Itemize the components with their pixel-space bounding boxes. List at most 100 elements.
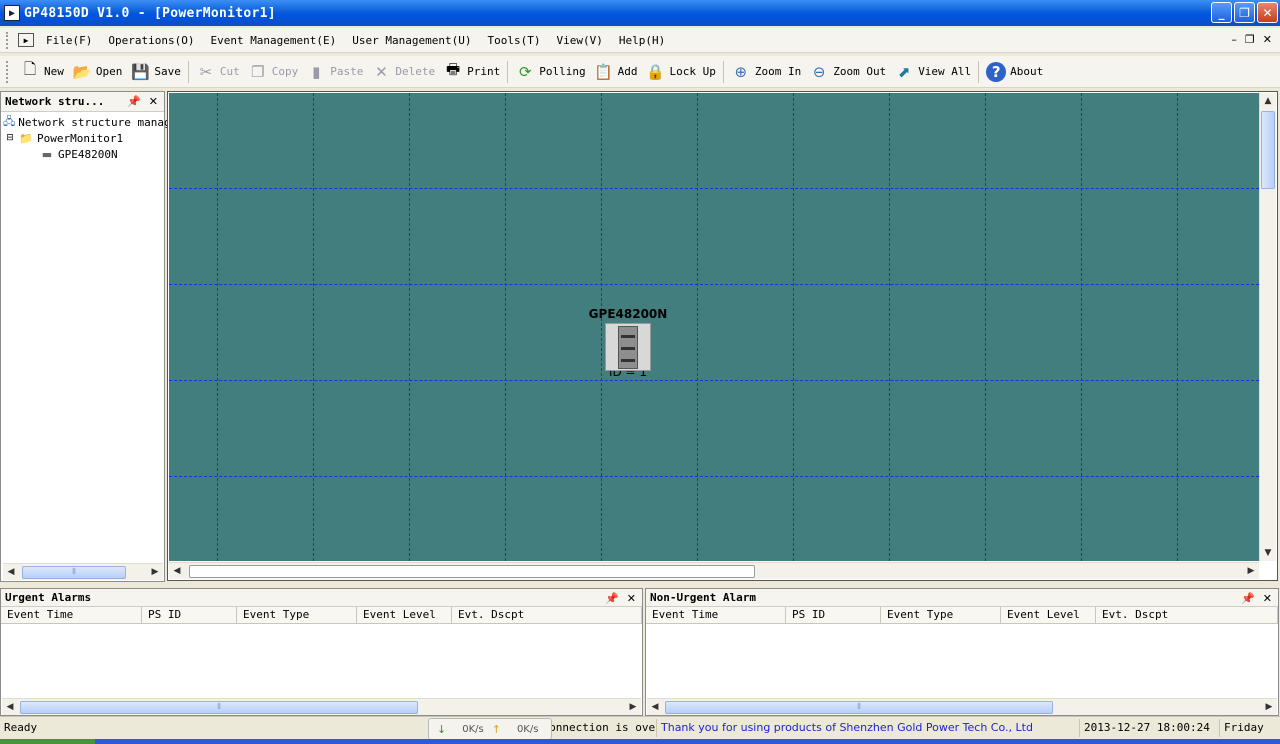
column-header[interactable]: Evt. Dscpt [452,607,642,623]
grid-line [169,284,1259,285]
folder-icon: 📁 [19,131,33,145]
grid-line [313,93,314,561]
view-all-button[interactable]: ⬈ View All [890,58,975,86]
canvas-vscrollbar[interactable]: ▲ ▼ [1259,93,1276,561]
urgent-alarms-hscrollbar[interactable]: ◀ ⦀ ▶ [2,698,641,715]
status-weekday: Friday [1224,721,1264,734]
hscroll-thumb[interactable] [189,564,755,578]
pin-icon[interactable]: 📌 [605,592,619,605]
paste-button[interactable]: ▮ Paste [302,58,367,86]
zoom-out-button[interactable]: ⊖ Zoom Out [805,58,890,86]
print-label: Print [467,65,501,78]
tree-root[interactable]: 🖧 Network structure manag [1,114,171,130]
scroll-right-icon[interactable]: ▶ [1243,563,1259,579]
cut-button[interactable]: ✂ Cut [192,58,244,86]
minimize-button[interactable]: _ [1211,2,1232,23]
scroll-left-icon[interactable]: ◀ [169,563,185,579]
status-datetime: 2013-12-27 18:00:24 [1080,718,1220,737]
device-icon: ▬ [41,147,53,161]
column-header[interactable]: Event Type [881,607,1001,623]
clipboard-add-icon: 📋 [594,62,613,81]
mdi-minimize-button[interactable]: – [1231,33,1237,46]
pin-icon[interactable]: 📌 [1241,592,1255,605]
zoom-in-icon: ⊕ [734,62,748,81]
scroll-left-icon[interactable]: ◀ [3,564,19,580]
save-button[interactable]: 💾 Save [126,58,185,86]
column-header[interactable]: PS ID [142,607,237,623]
scroll-right-icon[interactable]: ▶ [625,699,641,715]
add-button[interactable]: 📋 Add [590,58,642,86]
hscroll-thumb[interactable]: ⦀ [665,700,1053,714]
column-header[interactable]: PS ID [786,607,881,623]
power-cabinet-icon[interactable] [605,323,651,371]
title-bar[interactable]: ▶ GP48150D V1.0 - [PowerMonitor1] _ ❐ ✕ [0,0,1280,26]
document-icon[interactable]: ▶ [18,33,34,47]
vscroll-thumb[interactable] [1261,111,1275,189]
menu-event-management[interactable]: Event Management(E) [210,34,336,47]
tree-group[interactable]: ⊟ 📁 PowerMonitor1 [1,130,164,146]
tree-device[interactable]: ▬ GPE48200N [1,146,164,162]
close-button[interactable]: ✕ [1257,2,1278,23]
maximize-button[interactable]: ❐ [1234,2,1255,23]
menu-user-management[interactable]: User Management(U) [352,34,471,47]
tree-hscrollbar[interactable]: ◀ ⦀ ▶ [3,563,163,580]
download-speed: 0K/s [462,723,484,735]
upload-arrow-icon: ↑ [491,722,501,736]
scroll-left-icon[interactable]: ◀ [2,699,18,715]
tree-group-label: PowerMonitor1 [37,131,124,145]
panel-close-icon[interactable]: ✕ [1263,592,1272,605]
menu-tools[interactable]: Tools(T) [488,34,541,47]
zoom-out-icon: ⊖ [812,62,826,81]
canvas-hscrollbar[interactable]: ◀ ▶ [169,562,1259,579]
non-urgent-alarms-panel: Non-Urgent Alarm 📌 ✕ Event Time PS ID Ev… [645,588,1279,716]
grid-line [985,93,986,561]
zoom-in-button[interactable]: ⊕ Zoom In [727,58,805,86]
column-header[interactable]: Event Level [1001,607,1096,623]
topology-canvas[interactable]: GPE48200N ID = 1 [169,93,1259,561]
scroll-down-icon[interactable]: ▼ [1260,545,1276,561]
scroll-thumb[interactable]: ⦀ [22,565,126,579]
app-icon[interactable]: ▶ [4,5,20,21]
lock-icon: 🔒 [646,62,665,81]
network-computer-icon: 🖧 [3,114,16,128]
network-panel-header: Network stru... 📌 ✕ [1,92,164,112]
column-header[interactable]: Evt. Dscpt [1096,607,1278,623]
collapse-icon[interactable]: ⊟ [5,131,15,145]
menu-operations[interactable]: Operations(O) [108,34,194,47]
toolbar-grip[interactable] [6,60,10,83]
view-all-icon: ⬈ [897,62,911,81]
open-button[interactable]: 📂 Open [68,58,127,86]
menu-help[interactable]: Help(H) [619,34,665,47]
tree-root-label: Network structure manag [18,115,171,129]
column-header[interactable]: Event Level [357,607,452,623]
print-button[interactable]: 🖶 Print [439,58,504,86]
mdi-close-button[interactable]: ✕ [1263,33,1272,46]
scissors-icon: ✂ [199,62,213,81]
polling-button[interactable]: ⟳ Polling [511,58,589,86]
hscroll-thumb[interactable]: ⦀ [20,700,418,714]
menu-view[interactable]: View(V) [557,34,603,47]
net-speed-widget[interactable]: ↓ 0K/s ↑ 0K/s [428,718,552,740]
column-header[interactable]: Event Time [646,607,786,623]
device-node[interactable]: GPE48200N ID = 1 [587,307,669,379]
new-button[interactable]: 🗋 New [16,58,68,86]
menu-file[interactable]: File(F) [46,34,92,47]
about-button[interactable]: ? About [982,58,1047,86]
network-tree: 🖧 Network structure manag ⊟ 📁 PowerMonit… [1,112,171,162]
column-header[interactable]: Event Time [1,607,142,623]
panel-close-icon[interactable]: ✕ [149,95,158,108]
scroll-right-icon[interactable]: ▶ [1261,699,1277,715]
panel-close-icon[interactable]: ✕ [627,592,636,605]
scroll-up-icon[interactable]: ▲ [1260,93,1276,109]
scroll-left-icon[interactable]: ◀ [647,699,663,715]
scroll-right-icon[interactable]: ▶ [147,564,163,580]
lock-up-button[interactable]: 🔒 Lock Up [641,58,719,86]
menubar-grip[interactable] [6,31,10,49]
non-urgent-alarms-hscrollbar[interactable]: ◀ ⦀ ▶ [647,698,1277,715]
column-header[interactable]: Event Type [237,607,357,623]
mdi-restore-button[interactable]: ❐ [1245,33,1255,46]
copy-button[interactable]: ❐ Copy [244,58,303,86]
delete-button[interactable]: ✕ Delete [367,58,439,86]
pin-icon[interactable]: 📌 [127,95,141,108]
start-button[interactable] [0,739,95,744]
